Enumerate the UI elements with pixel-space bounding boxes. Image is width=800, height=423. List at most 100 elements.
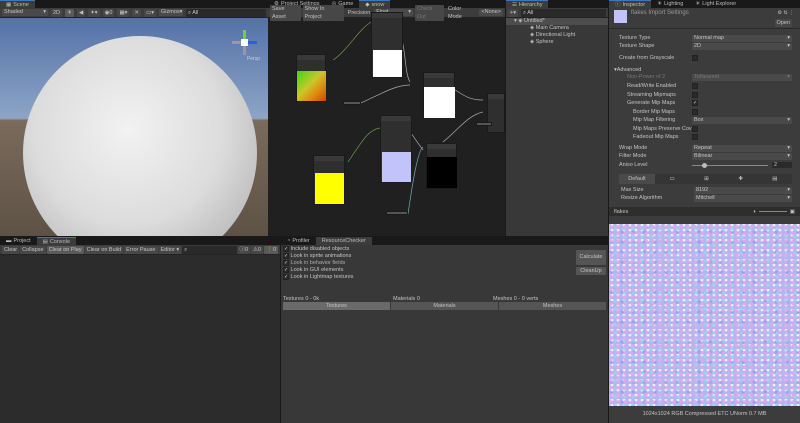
slider-thumb[interactable] [701,162,707,168]
scene-panel: ▦ Scene Shaded ▾ 2D ☀ ◀ ✦▾ ◉0 ▦▾ ✕ ▭▾ Gizm… [0,0,268,236]
max-size-dropdown[interactable]: 8192 ▾ [694,186,792,194]
tab-light-explorer[interactable]: ☀ Light Explorer [689,0,742,8]
tab-lighting[interactable]: ☀ Lighting [651,0,689,8]
field-checkbox[interactable]: ✓ [692,100,698,106]
property-node[interactable] [386,211,408,215]
scene-search-input[interactable]: ⌕ All [185,8,266,17]
field-dropdown[interactable]: Bilinear ▾ [692,152,792,160]
property-node[interactable] [343,101,361,105]
inspector-row: Read/Write Enabled [619,82,792,90]
field-label: Non-Power of 2 [627,74,666,80]
option-include-disabled[interactable]: ✓ Include disabled objects [283,246,606,253]
clear-on-build-button[interactable]: Clear on Build [84,245,124,254]
field-checkbox[interactable] [692,134,698,140]
header-icons[interactable]: ⚙ ⇅ ⋮ [778,10,794,16]
collapse-button[interactable]: Collapse [20,245,46,254]
tab-inspector[interactable]: ⓘ Inspector [609,0,652,8]
sample-texture-node-1[interactable] [371,12,403,78]
error-count[interactable]: ❗0 [264,245,278,254]
field-dropdown[interactable]: ToNearest ▾ [692,73,792,81]
audio-toggle-icon[interactable]: ◀ [76,8,86,17]
error-pause-button[interactable]: Error Pause [124,245,158,254]
clear-button[interactable]: Clear [2,245,20,254]
field-dropdown[interactable]: Box ▾ [692,116,792,124]
inspector-panel: ⓘ Inspector ☀ Lighting ☀ Light Explorer … [608,0,800,423]
field-label: Read/Write Enabled [627,83,677,89]
field-dropdown[interactable]: 2D ▾ [692,42,792,50]
channel-icon[interactable]: ◑ [752,209,755,215]
tab-hierarchy[interactable]: ☰ Hierarchy [506,0,549,8]
add-button[interactable]: +▾ [508,8,518,17]
inspector-row: Wrap Mode Repeat ▾ [619,144,792,152]
standalone-icon[interactable]: ▭ [655,174,689,184]
materials-tab-button[interactable]: Materials [391,302,498,310]
persp-label[interactable]: Persp [247,56,260,62]
property-node[interactable] [476,122,492,126]
2d-toggle[interactable]: 2D [51,8,63,17]
aniso-slider[interactable] [692,162,768,168]
field-label: Generate Mip Maps [627,100,676,106]
option-sprite-animations[interactable]: ✓ Look in sprite animations [283,253,606,260]
multiply-node-2[interactable] [426,143,457,189]
list-item[interactable]: ◈ Directional Light [506,32,608,39]
tools-icon[interactable]: ✕ [132,8,142,17]
mip-slider[interactable] [758,211,787,212]
field-checkbox[interactable] [692,55,698,61]
calculate-button[interactable]: Calculate [576,250,606,265]
orientation-gizmo[interactable] [232,30,258,56]
option-gui-elements[interactable]: ✓ Look in GUI elements [283,267,606,274]
aniso-input[interactable]: 2 [772,162,792,168]
tiling-offset-node-2[interactable] [313,155,345,205]
hidden-objects-icon[interactable]: ◉0 [102,8,115,17]
field-checkbox[interactable] [692,126,698,132]
shading-dropdown[interactable]: Shaded ▾ [2,9,48,16]
meshes-tab-button[interactable]: Meshes [499,302,606,310]
webgl-icon[interactable]: ▤ [758,174,792,184]
field-label: Border Mip Maps [633,109,675,115]
tab-default[interactable]: Default [619,174,655,184]
log-count[interactable]: ⓘ0 [237,245,251,254]
tab-project[interactable]: ▬ Project [0,237,37,245]
tab-scene[interactable]: ▦ Scene [0,0,35,8]
list-item[interactable]: ◈ Sphere [506,39,608,46]
option-lightmap-textures[interactable]: ✓ Look in Lightmap textures [283,274,606,281]
cleanup-button[interactable]: CleanUp [576,267,606,275]
scene-icon: ▦ [6,1,12,8]
gizmos-dropdown[interactable]: Gizmos ▾ [158,9,183,16]
tab-resourcechecker[interactable]: ResourceChecker [315,237,372,245]
grid-icon[interactable]: ▦▾ [117,8,130,17]
warning-count[interactable]: ⚠0 [251,245,264,254]
field-dropdown[interactable]: Normal map ▾ [692,34,792,42]
lighting-toggle-icon[interactable]: ☀ [65,8,74,17]
list-item[interactable]: ◈ Main Camera [506,25,608,32]
field-checkbox[interactable] [692,109,698,115]
clear-on-play-button[interactable]: Clear on Play [46,245,84,254]
hierarchy-search-input[interactable]: ⌕ All [520,8,606,17]
field-dropdown[interactable]: Repeat ▾ [692,144,792,152]
sample-texture-node-2[interactable] [380,115,412,183]
resize-label: Resize Algorithm [621,195,663,201]
scene-item[interactable]: ▾ ◈ Untitled* [506,18,608,25]
inspector-row: Mip Maps Preserve Cov [619,125,792,133]
max-size-label: Max Size [621,187,644,193]
tab-profiler[interactable]: ◔ Profiler [281,237,316,245]
tab-console[interactable]: ▤ Console [36,237,77,245]
android-icon[interactable]: ✚ [724,174,758,184]
option-behavior-fields[interactable]: ✓ Look in behavior fields [283,260,606,267]
camera-icon[interactable]: ▭▾ [144,8,156,17]
windows-icon[interactable]: ⊞ [689,174,723,184]
textures-tab-button[interactable]: Textures [283,302,390,310]
resize-dropdown[interactable]: Mitchell ▾ [694,194,792,202]
sphere[interactable] [23,36,257,236]
alpha-icon[interactable]: ▣ [790,209,795,215]
multiply-node-1[interactable] [423,72,455,118]
tiling-offset-node-1[interactable] [296,54,326,102]
scene-viewport[interactable]: Persp [0,18,268,236]
field-checkbox[interactable] [692,92,698,98]
console-search-input[interactable]: ⌕ [182,245,237,254]
master-node[interactable] [487,93,505,133]
field-checkbox[interactable] [692,83,698,89]
effects-toggle-icon[interactable]: ✦▾ [88,8,100,17]
open-button[interactable]: Open [774,19,792,27]
editor-dropdown[interactable]: Editor ▾ [158,245,182,254]
